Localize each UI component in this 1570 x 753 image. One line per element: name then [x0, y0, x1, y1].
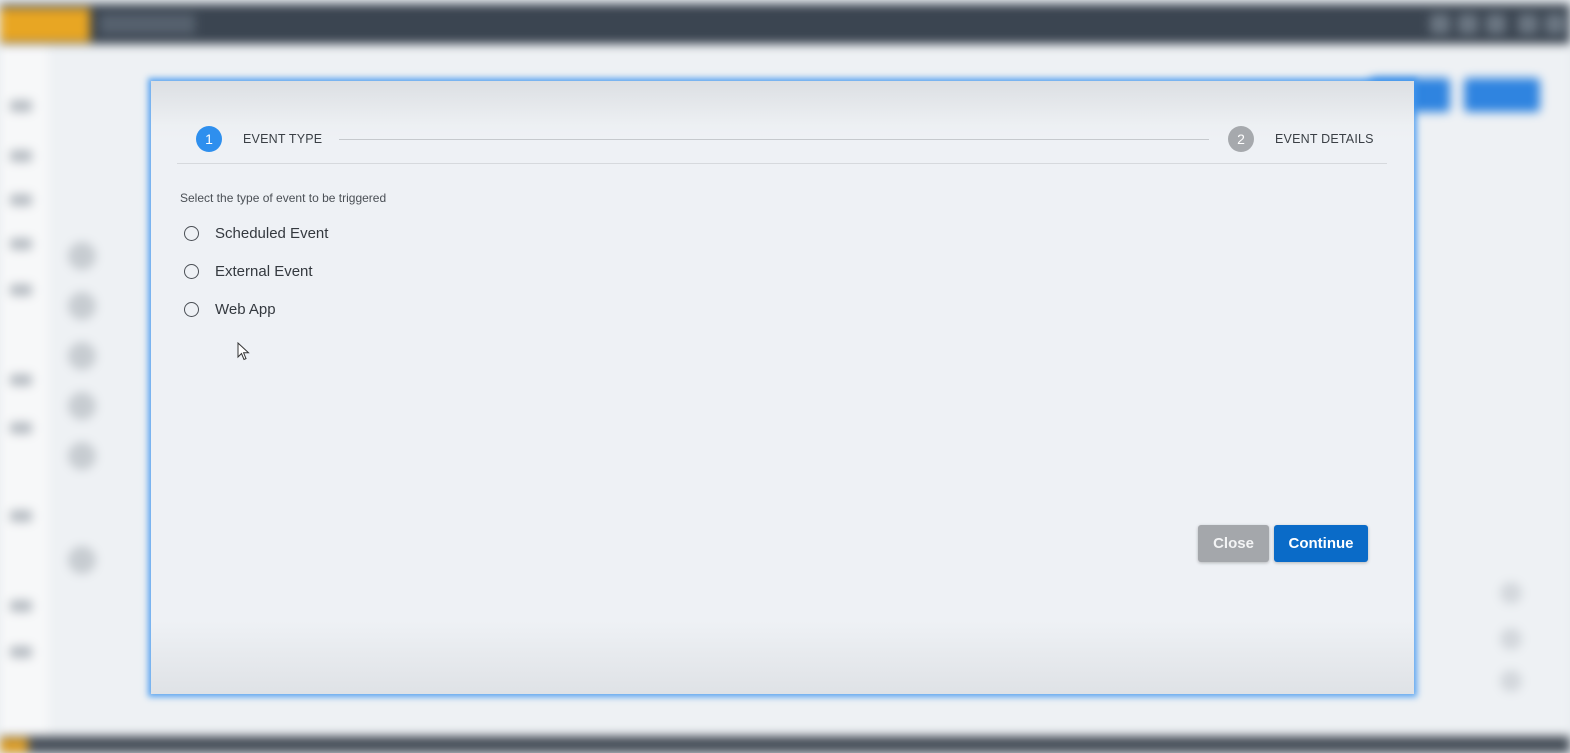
background-icon: [1486, 14, 1506, 34]
background-sidebar-item: [10, 150, 32, 162]
background-sidebar-item: [10, 194, 32, 206]
step-2-indicator: 2: [1228, 126, 1254, 152]
radio-label: External Event: [215, 262, 313, 280]
radio-option-external-event[interactable]: External Event: [184, 260, 313, 282]
background-icon: [1500, 670, 1522, 692]
step-2-label: EVENT DETAILS: [1275, 132, 1374, 146]
background-sidebar-item: [10, 510, 32, 522]
background-taskbar: [0, 736, 1570, 753]
radio-button[interactable]: [184, 301, 199, 317]
background-icon: [1500, 582, 1522, 604]
mouse-pointer-icon: [237, 342, 250, 361]
background-list-icon: [68, 442, 96, 470]
background-sidebar-item: [10, 422, 32, 434]
background-tab: [100, 14, 195, 34]
stepper-connector: [339, 139, 1209, 140]
background-list-icon: [68, 546, 96, 574]
radio-label: Scheduled Event: [215, 224, 329, 242]
background-top-bar: [0, 4, 1570, 44]
step-1-indicator: 1: [196, 126, 222, 152]
background-sidebar: [0, 44, 48, 744]
background-sidebar-item: [10, 374, 32, 386]
event-type-prompt: Select the type of event to be triggered: [180, 191, 387, 205]
background-icon: [1458, 14, 1478, 34]
background-sidebar-item: [10, 284, 32, 296]
background-icon: [1430, 14, 1450, 34]
background-icon: [1500, 628, 1522, 650]
background-sidebar-item: [10, 600, 32, 612]
background-icon: [1545, 14, 1565, 34]
background-icon: [1518, 14, 1538, 34]
radio-label: Web App: [215, 300, 276, 318]
background-list-icon: [68, 242, 96, 270]
background-taskbar-icon: [0, 738, 28, 753]
stepper: 1 EVENT TYPE 2 EVENT DETAILS: [177, 81, 1387, 164]
background-button: [1464, 78, 1540, 112]
close-button[interactable]: Close: [1198, 525, 1269, 562]
event-type-dialog: 1 EVENT TYPE 2 EVENT DETAILS Select the …: [151, 81, 1414, 694]
continue-button[interactable]: Continue: [1274, 525, 1368, 562]
radio-button[interactable]: [184, 225, 199, 241]
background-list-icon: [68, 342, 96, 370]
radio-button[interactable]: [184, 263, 199, 279]
background-list-icon: [68, 292, 96, 320]
background-sidebar-item: [10, 238, 32, 250]
background-sidebar-item: [10, 646, 32, 658]
radio-option-scheduled-event[interactable]: Scheduled Event: [184, 222, 328, 244]
background-logo: [0, 8, 90, 42]
background-list-icon: [68, 392, 96, 420]
step-1-label: EVENT TYPE: [243, 132, 323, 146]
radio-option-web-app[interactable]: Web App: [184, 298, 276, 320]
background-sidebar-item: [10, 100, 32, 112]
